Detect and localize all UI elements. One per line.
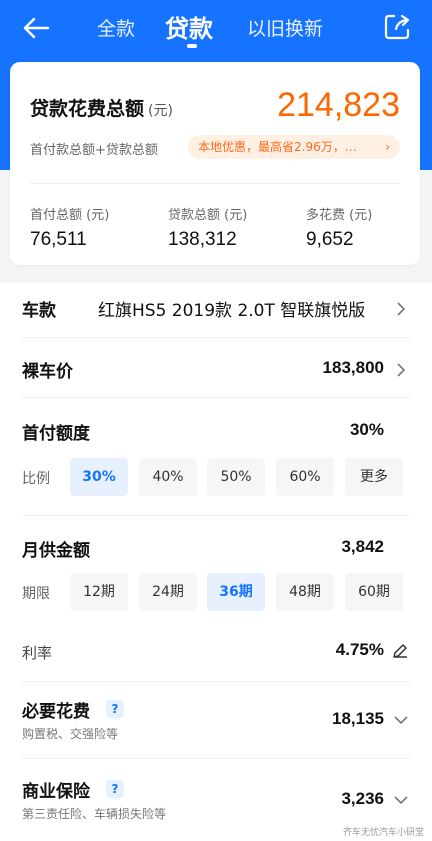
term-option-48[interactable]: 48期 xyxy=(276,573,334,611)
stat-value: 76,511 xyxy=(30,229,87,250)
monthly-value: 3,842 xyxy=(341,537,384,556)
chevron-down-icon[interactable] xyxy=(394,795,408,805)
down-payment-label: 首付额度 xyxy=(22,424,90,444)
ratio-option-40[interactable]: 40% xyxy=(139,458,197,496)
price-value[interactable]: 183,800 xyxy=(323,358,384,378)
watermark: 齐车无忧汽车小研堂 xyxy=(342,828,424,838)
down-payment-value: 30% xyxy=(349,420,384,439)
stat-label: 贷款总额 (元) xyxy=(168,208,248,223)
promo-badge[interactable]: 本地优惠，最高省2.96万，… › xyxy=(188,135,400,159)
term-option-24[interactable]: 24期 xyxy=(139,573,197,611)
edit-pencil-icon[interactable] xyxy=(392,643,408,659)
divider xyxy=(30,183,400,184)
divider xyxy=(22,397,410,398)
summary-title-text: 贷款花费总额 xyxy=(30,98,145,120)
stat-loan-total: 贷款总额 (元) 138,312 xyxy=(168,204,247,251)
chevron-right-icon: › xyxy=(385,140,390,154)
ratio-option-30[interactable]: 30% xyxy=(70,458,128,496)
model-label: 车款 xyxy=(22,301,56,321)
necessary-cost-desc: 购置税、交强险等 xyxy=(22,727,119,741)
stat-label: 多花费 (元) xyxy=(306,208,373,223)
tab-loan[interactable]: 贷款 xyxy=(165,9,213,44)
insurance-value[interactable]: 3,236 xyxy=(341,789,384,809)
term-label: 期限 xyxy=(22,586,50,602)
share-icon[interactable] xyxy=(382,12,412,42)
active-tab-indicator xyxy=(187,44,197,48)
ratio-option-60[interactable]: 60% xyxy=(276,458,334,496)
total-formula: 首付款总额+贷款总额 xyxy=(30,143,158,158)
insurance-desc: 第三责任险、车辆损失险等 xyxy=(22,807,167,821)
summary-title: 贷款花费总额 (元) xyxy=(30,94,173,121)
model-value[interactable]: 红旗HS5 2019款 2.0T 智联旗悦版 xyxy=(98,296,388,321)
stat-value: 138,312 xyxy=(168,229,237,250)
stat-label: 首付总额 (元) xyxy=(30,208,110,223)
chevron-down-icon[interactable] xyxy=(394,715,408,725)
stat-value: 9,652 xyxy=(306,229,354,250)
total-cost-value: 214,823 xyxy=(277,86,400,124)
tab-trade-in[interactable]: 以旧换新 xyxy=(247,14,323,41)
monthly-label: 月供金额 xyxy=(22,541,90,561)
divider xyxy=(22,515,410,516)
rate-label: 利率 xyxy=(22,644,53,662)
top-nav: 全款 贷款 以旧换新 xyxy=(0,0,432,56)
ratio-label: 比例 xyxy=(22,471,50,487)
chevron-right-icon[interactable] xyxy=(396,302,406,316)
term-option-12[interactable]: 12期 xyxy=(70,573,128,611)
ratio-option-50[interactable]: 50% xyxy=(207,458,265,496)
insurance-label: 商业保险 xyxy=(22,782,90,802)
divider xyxy=(22,681,410,682)
price-label: 裸车价 xyxy=(22,362,73,382)
chevron-right-icon[interactable] xyxy=(396,363,406,377)
term-option-60[interactable]: 60期 xyxy=(345,573,403,611)
back-arrow-icon[interactable] xyxy=(20,12,52,44)
summary-title-unit: (元) xyxy=(148,103,173,119)
necessary-cost-label: 必要花费 xyxy=(22,702,90,722)
help-icon[interactable]: ? xyxy=(106,780,124,798)
rate-value[interactable]: 4.75% xyxy=(336,640,384,660)
stat-down-payment: 首付总额 (元) 76,511 xyxy=(30,204,109,251)
help-icon[interactable]: ? xyxy=(106,700,124,718)
loan-settings: 车款 红旗HS5 2019款 2.0T 智联旗悦版 裸车价 183,800 首付… xyxy=(0,283,432,841)
ratio-option-more[interactable]: 更多 xyxy=(345,458,403,496)
stat-extra-cost: 多花费 (元) 9,652 xyxy=(306,204,372,251)
necessary-cost-value[interactable]: 18,135 xyxy=(332,709,384,729)
divider xyxy=(22,758,410,759)
term-option-36[interactable]: 36期 xyxy=(207,573,265,611)
divider xyxy=(22,337,410,338)
promo-text: 本地优惠，最高省2.96万，… xyxy=(198,140,357,154)
loan-summary-card: 贷款花费总额 (元) 214,823 首付款总额+贷款总额 本地优惠，最高省2.9… xyxy=(10,62,420,265)
tab-full-payment[interactable]: 全款 xyxy=(97,14,135,41)
